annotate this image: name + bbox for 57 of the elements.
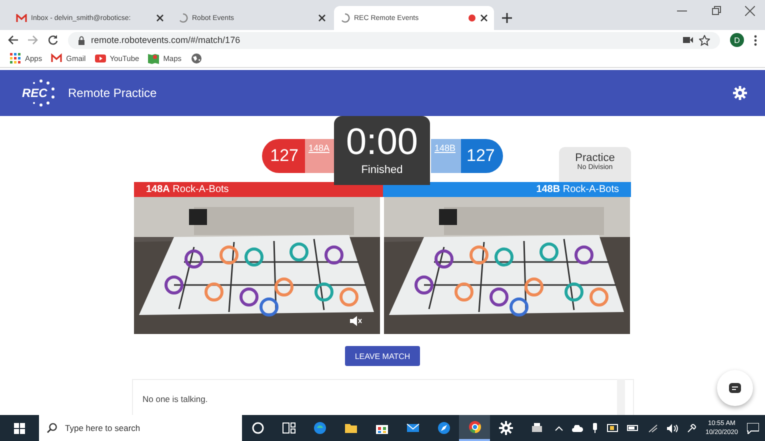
speaker-muted-icon[interactable] (350, 316, 362, 326)
envelope-icon (406, 421, 420, 435)
lock-icon (78, 36, 85, 44)
team-name: 148A Rock-A-Bots (146, 184, 229, 195)
close-icon[interactable] (480, 14, 488, 22)
battery-icon[interactable] (627, 425, 640, 431)
chevron-icon[interactable] (555, 426, 564, 430)
score-value: 127 (460, 139, 503, 173)
browser-icon (312, 421, 326, 435)
gear-icon (498, 421, 512, 435)
browser-icon (468, 420, 482, 434)
chat-button[interactable] (717, 370, 753, 406)
close-icon[interactable] (745, 6, 755, 16)
task-view-icon (282, 421, 296, 435)
globe-icon[interactable] (190, 53, 202, 64)
scrollbar[interactable] (616, 379, 624, 415)
cloud-icon[interactable] (572, 424, 584, 432)
menu-icon[interactable] (754, 34, 757, 46)
folder-icon (344, 421, 358, 435)
new-tab-icon[interactable] (502, 13, 512, 23)
close-icon[interactable] (156, 14, 164, 22)
chat-icon (729, 383, 741, 393)
taskbar-search-field[interactable]: Type here to search (39, 415, 242, 441)
search-icon (47, 423, 57, 433)
timer-value: 0:00 (344, 120, 419, 164)
settings-icon[interactable] (733, 86, 747, 100)
loading-icon (178, 13, 188, 23)
windows-start-icon[interactable] (14, 422, 25, 434)
camera-icon[interactable] (683, 36, 693, 44)
printer-icon (530, 421, 544, 435)
reload-icon[interactable] (48, 35, 58, 45)
mail-icon (16, 14, 27, 22)
leave-match-button[interactable]: LEAVE MATCH (344, 346, 420, 366)
compass-icon (436, 421, 450, 435)
taskbar-app[interactable] (459, 415, 490, 441)
map-icon (148, 53, 160, 64)
play-icon (94, 53, 106, 64)
score-value: 127 (262, 139, 304, 173)
chat-message: No one is talking. (142, 394, 209, 404)
restore-icon[interactable] (711, 6, 721, 16)
address-field[interactable]: remote.robotevents.com/#/match/176 (68, 32, 720, 48)
circle-icon (250, 421, 264, 435)
back-icon[interactable] (8, 35, 18, 45)
division-title: Practice (574, 152, 616, 164)
mail-icon (51, 53, 62, 64)
team-name: 148B Rock-A-Bots (536, 184, 619, 195)
loading-icon (340, 13, 350, 23)
logo-text: REC (22, 86, 48, 100)
notifications-icon[interactable] (747, 422, 759, 434)
apps-icon (10, 53, 21, 64)
display-icon[interactable] (607, 424, 618, 432)
close-icon[interactable] (318, 14, 326, 22)
star-icon[interactable] (699, 34, 710, 46)
app-title: Remote Practice (68, 86, 158, 100)
timer-status: Finished (360, 164, 404, 176)
profile-avatar[interactable]: D (730, 33, 744, 47)
volume-icon[interactable] (667, 424, 678, 432)
